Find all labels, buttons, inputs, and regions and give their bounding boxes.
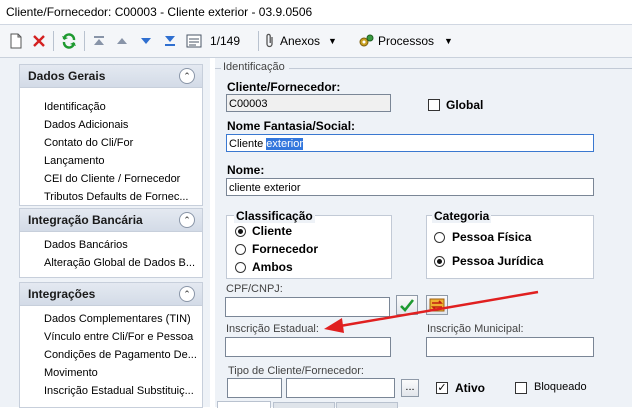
checkmark-icon [400,299,415,312]
group-title: Integração Bancária [28,213,143,227]
radio-pessoa-fisica[interactable] [434,232,445,243]
delete-button[interactable] [29,30,49,52]
inscricao-municipal-field[interactable] [426,337,594,357]
ativo-checkbox[interactable]: ✓ [436,382,448,394]
tipo-description-field[interactable] [286,378,395,398]
nome-label: Nome: [227,163,265,177]
sidebar-item-contato[interactable]: Contato do Cli/For [44,137,196,149]
new-document-icon [10,33,22,49]
anexos-menu-button[interactable]: Anexos ▼ [264,30,356,52]
browse-button[interactable]: ... [401,379,419,397]
group-title: Integrações [28,287,96,301]
record-counter: 1/149 [210,34,241,48]
ativo-label: Ativo [455,381,485,395]
tipo-label: Tipo de Cliente/Fornecedor: [228,365,364,377]
go-to-record-button[interactable] [184,30,206,52]
inscricao-municipal-label: Inscrição Municipal: [427,323,524,335]
sidebar-item-inscricao-substituicao[interactable]: Inscrição Estadual Substituiç... [44,385,196,397]
collapse-icon[interactable]: ⌃ [179,212,195,228]
nome-fantasia-text: Cliente [229,138,267,150]
sidebar-item-dados-adicionais[interactable]: Dados Adicionais [44,119,196,131]
window-title: Cliente/Fornecedor: C00003 - Cliente ext… [6,5,313,19]
arrow-down-icon [141,38,151,44]
sidebar-item-identificacao[interactable]: Identificação [44,101,196,113]
new-document-button[interactable] [6,30,26,52]
radio-pessoa-juridica[interactable] [434,256,445,267]
group-header[interactable]: Integrações ⌃ [20,283,202,306]
radio-fornecedor-label: Fornecedor [252,242,319,256]
title-bar: Cliente/Fornecedor: C00003 - Cliente ext… [0,0,632,25]
processos-menu-button[interactable]: Processos ▼ [358,30,458,52]
sidebar-item-alteracao-global[interactable]: Alteração Global de Dados B... [44,257,196,269]
inscricao-estadual-label: Inscrição Estadual: [226,323,319,335]
bloqueado-checkbox[interactable] [515,382,527,394]
group-header[interactable]: Integração Bancária ⌃ [20,209,202,232]
categoria-title: Categoria [432,209,492,223]
radio-pessoa-juridica-label: Pessoa Jurídica [452,254,544,268]
sidebar-item-movimento[interactable]: Movimento [44,367,196,379]
identificacao-form: Identificação Cliente/Fornecedor: C00003… [215,58,632,408]
tipo-code-field[interactable] [227,378,282,398]
radio-cliente[interactable] [235,226,246,237]
classificacao-title: Classificação [234,209,315,223]
refresh-icon [62,33,76,49]
inscricao-estadual-field[interactable] [225,337,391,357]
group-title: Dados Gerais [28,69,106,83]
sidebar-item-cei[interactable]: CEI do Cliente / Fornecedor [44,173,196,185]
cpf-label: CPF/CNPJ: [226,283,283,295]
tab-second[interactable] [273,402,335,408]
sidebar-item-dados-complementares[interactable]: Dados Complementares (TIN) [44,313,196,325]
group-header[interactable]: Dados Gerais ⌃ [20,65,202,88]
dropdown-arrow-icon: ▼ [444,36,453,46]
sidebar-item-lancamento[interactable]: Lançamento [44,155,196,167]
refresh-button[interactable] [58,30,80,52]
bloqueado-label: Bloqueado [534,381,587,393]
section-title: Identificação [223,61,285,73]
radio-ambos-label: Ambos [252,260,293,274]
previous-record-button[interactable] [112,30,132,52]
nome-field[interactable]: cliente exterior [226,178,594,196]
validate-button[interactable] [396,295,418,315]
anexos-label: Anexos [280,34,321,48]
last-record-icon [165,36,175,46]
dropdown-arrow-icon: ▼ [328,36,337,46]
global-label: Global [446,98,484,112]
paperclip-icon [266,33,273,48]
next-record-button[interactable] [136,30,156,52]
group-integracao-bancaria: Integração Bancária ⌃ Dados Bancários Al… [19,208,203,278]
processos-label: Processos [378,34,435,48]
delete-x-icon [33,35,45,47]
gears-icon [359,34,374,47]
first-record-icon [94,36,104,45]
arrow-up-icon [117,38,127,44]
categoria-group [426,215,594,279]
swap-button[interactable] [426,295,448,315]
sidebar-item-vinculo[interactable]: Vínculo entre Cli/For e Pessoa [44,331,196,343]
swap-arrows-icon [429,298,445,312]
cliente-code-field[interactable]: C00003 [226,94,391,112]
sidebar-item-condicoes-pagamento[interactable]: Condições de Pagamento De... [44,349,196,361]
sidebar-item-tributos[interactable]: Tributos Defaults de Fornec... [44,191,196,203]
group-dados-gerais: Dados Gerais ⌃ Identificação Dados Adici… [19,64,203,206]
nome-fantasia-field[interactable]: Cliente exterior [226,134,594,152]
first-record-button[interactable] [89,30,109,52]
nome-fantasia-label: Nome Fantasia/Social: [227,119,356,133]
collapse-icon[interactable]: ⌃ [179,68,195,84]
radio-pessoa-fisica-label: Pessoa Física [452,230,532,244]
radio-ambos[interactable] [235,262,246,273]
radio-fornecedor[interactable] [235,244,246,255]
group-integracoes: Integrações ⌃ Dados Complementares (TIN)… [19,282,203,408]
list-icon [186,34,202,48]
collapse-icon[interactable]: ⌃ [179,286,195,302]
navigation-panel: Dados Gerais ⌃ Identificação Dados Adici… [0,58,210,408]
toolbar: 1/149 Anexos ▼ Processos ▼ [0,25,632,58]
nome-fantasia-selected-text: exterior [266,138,303,150]
sidebar-item-dados-bancarios[interactable]: Dados Bancários [44,239,196,251]
cliente-label: Cliente/Fornecedor: [227,80,341,94]
radio-cliente-label: Cliente [252,224,293,238]
global-checkbox[interactable] [428,99,440,111]
last-record-button[interactable] [160,30,180,52]
cpf-field[interactable] [225,297,390,317]
tab-third[interactable] [336,402,398,408]
